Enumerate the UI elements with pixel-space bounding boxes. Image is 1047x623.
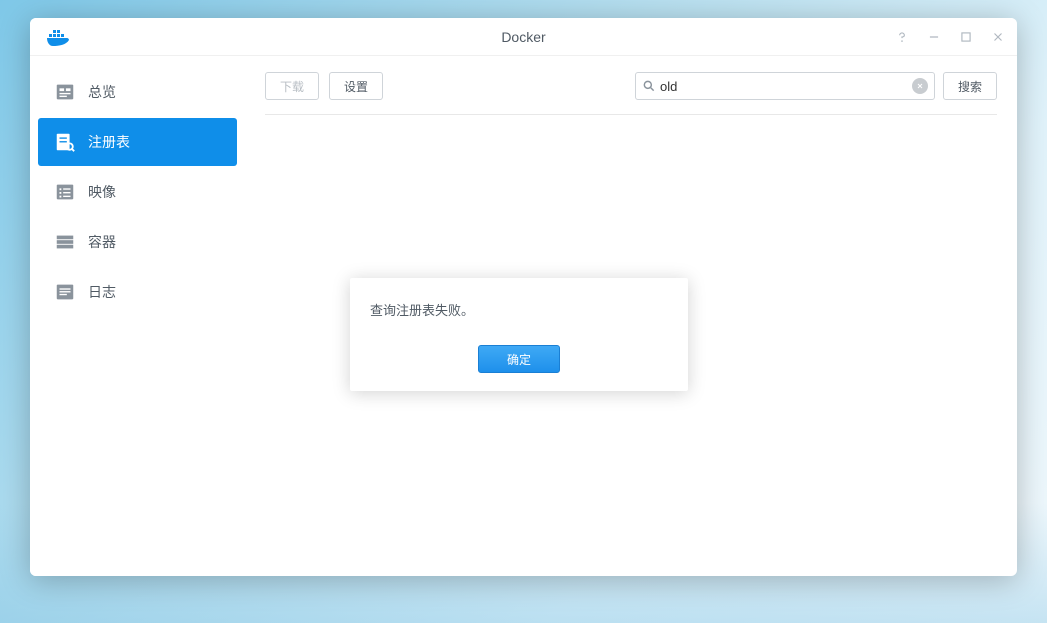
minimize-icon[interactable]	[925, 28, 943, 46]
registry-icon	[54, 131, 76, 153]
sidebar-item-label: 容器	[88, 232, 116, 252]
sidebar-item-image[interactable]: 映像	[38, 168, 237, 216]
sidebar: 总览 注册表 映像 容器	[30, 56, 245, 576]
maximize-icon[interactable]	[957, 28, 975, 46]
log-icon	[54, 281, 76, 303]
container-icon	[54, 231, 76, 253]
search-box	[635, 72, 935, 100]
toolbar: 下载 设置 搜索	[265, 72, 997, 115]
sidebar-item-log[interactable]: 日志	[38, 268, 237, 316]
sidebar-item-label: 注册表	[88, 132, 130, 152]
search-input[interactable]	[660, 79, 912, 94]
titlebar: Docker	[30, 18, 1017, 56]
overview-icon	[54, 81, 76, 103]
settings-button[interactable]: 设置	[329, 72, 383, 100]
sidebar-item-label: 日志	[88, 282, 116, 302]
help-icon[interactable]	[893, 28, 911, 46]
docker-whale-icon	[46, 25, 70, 49]
error-dialog: 查询注册表失败。 确定	[350, 278, 688, 391]
dialog-ok-button[interactable]: 确定	[478, 345, 560, 373]
search-icon	[642, 79, 656, 93]
sidebar-item-overview[interactable]: 总览	[38, 68, 237, 116]
sidebar-item-container[interactable]: 容器	[38, 218, 237, 266]
sidebar-item-label: 映像	[88, 182, 116, 202]
sidebar-item-registry[interactable]: 注册表	[38, 118, 237, 166]
download-button[interactable]: 下载	[265, 72, 319, 100]
window-controls	[893, 28, 1007, 46]
dialog-message: 查询注册表失败。	[370, 300, 668, 319]
docker-window: Docker 总览	[30, 18, 1017, 576]
sidebar-item-label: 总览	[88, 82, 116, 102]
search-button[interactable]: 搜索	[943, 72, 997, 100]
window-title: Docker	[30, 29, 1017, 45]
image-icon	[54, 181, 76, 203]
clear-search-icon[interactable]	[912, 78, 928, 94]
close-icon[interactable]	[989, 28, 1007, 46]
